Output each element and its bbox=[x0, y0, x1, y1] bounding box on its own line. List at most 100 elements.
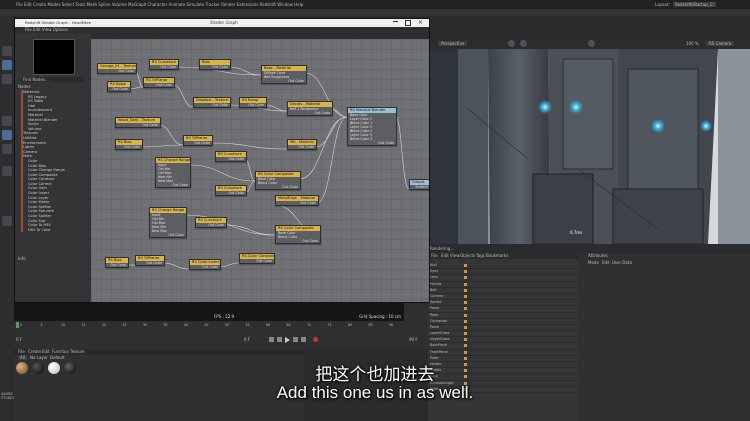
playhead[interactable] bbox=[16, 322, 19, 328]
shader-node[interactable]: RS Noise Out Color bbox=[107, 81, 131, 92]
shader-node[interactable]: RS Curvature Out Color bbox=[215, 185, 247, 196]
shader-node[interactable]: RS Curvature Out Color bbox=[215, 151, 247, 162]
node-output-port[interactable]: Out Color bbox=[348, 141, 396, 145]
shader-node[interactable]: RS Curvature Out Color bbox=[149, 59, 179, 70]
material-tag-icon[interactable] bbox=[464, 288, 467, 292]
node-output-port[interactable]: Out Color bbox=[144, 83, 174, 87]
render-icon[interactable] bbox=[508, 40, 515, 47]
node-output-port[interactable]: Out Color bbox=[276, 239, 320, 243]
om-menu-bookmarks[interactable]: Bookmarks bbox=[486, 253, 508, 258]
shader-node[interactable]: Output Surface bbox=[409, 179, 429, 190]
app-menu[interactable]: File Edit Create Modes Select Tools Mesh… bbox=[16, 2, 303, 7]
next-frame-icon[interactable] bbox=[293, 337, 298, 342]
node-output-port[interactable]: Out Color bbox=[150, 65, 178, 69]
shader-node[interactable]: RS Bias Out Color bbox=[115, 139, 143, 150]
om-menu-view[interactable]: View bbox=[450, 253, 460, 258]
shader-node[interactable]: RS Color Invert Out Color bbox=[189, 259, 221, 270]
shader-node[interactable]: RS Change Range Input Old Min Old Max New Mi… bbox=[149, 207, 187, 238]
texture-mode-icon[interactable] bbox=[2, 166, 12, 176]
material-tag-icon[interactable] bbox=[464, 294, 467, 298]
lock-icon[interactable] bbox=[588, 40, 595, 47]
render-viewport[interactable]: 0.7ms bbox=[428, 49, 750, 244]
material-tag-icon[interactable] bbox=[464, 313, 467, 317]
maximize-icon[interactable] bbox=[405, 20, 411, 26]
material-tag-icon[interactable] bbox=[464, 319, 467, 323]
shader-node[interactable]: Grunge_01 - Texture Out Color bbox=[97, 63, 137, 74]
node-output-port[interactable]: Out Color bbox=[150, 233, 186, 237]
shader-graph-window[interactable]: Redshift Shader Graph - HeadMtee × File … bbox=[14, 18, 430, 303]
viewport-view-dropdown[interactable]: Perspective bbox=[438, 41, 468, 46]
shader-node[interactable]: RS TriPlanar Out Color bbox=[135, 255, 165, 266]
scale-tool-icon[interactable] bbox=[2, 74, 12, 84]
node-output-port[interactable]: Out Color bbox=[194, 103, 230, 107]
material-tag-icon[interactable] bbox=[464, 332, 467, 336]
snap-icon[interactable] bbox=[2, 216, 12, 226]
node-output-port[interactable]: Out Color bbox=[98, 69, 136, 73]
go-end-icon[interactable] bbox=[301, 337, 306, 342]
node-tree-item[interactable]: HSV To Color bbox=[21, 227, 91, 233]
points-mode-icon[interactable] bbox=[2, 116, 12, 126]
material-tag-icon[interactable] bbox=[464, 301, 467, 305]
node-output-port[interactable]: Out Color bbox=[288, 111, 332, 115]
timeline-ruler[interactable]: 0 5 10 15 20 25 30 35 40 45 50 55 60 65 70 75 80 85 90 bbox=[20, 323, 400, 329]
node-output-port[interactable]: Out Color bbox=[116, 123, 160, 127]
node-output-port[interactable]: Surface bbox=[410, 185, 429, 189]
play-icon[interactable] bbox=[285, 337, 290, 343]
go-start-icon[interactable] bbox=[269, 337, 274, 342]
node-output-port[interactable]: Out Color bbox=[216, 157, 246, 161]
shader-node[interactable]: MetalEdge - Material Out Color bbox=[275, 195, 319, 206]
node-output-port[interactable]: Out Color bbox=[240, 259, 274, 263]
frame-end[interactable]: 90 F bbox=[409, 337, 418, 342]
close-icon[interactable]: × bbox=[418, 19, 423, 26]
om-menu-edit[interactable]: Edit bbox=[441, 253, 449, 258]
move-tool-icon[interactable] bbox=[2, 60, 12, 70]
node-output-port[interactable]: Out Color bbox=[256, 185, 300, 189]
shader-node[interactable]: Mtl - Material Out Color bbox=[287, 139, 317, 150]
shader-node[interactable]: RS Color Composite Base Color Blend Color O… bbox=[275, 225, 321, 244]
material-tag-icon[interactable] bbox=[464, 350, 467, 354]
shader-node[interactable]: Displace - Texture Out Color bbox=[193, 97, 231, 108]
shader-node[interactable]: RS Material Blender Base Color Layer Color… bbox=[347, 107, 397, 146]
node-output-port[interactable]: Out Color bbox=[190, 265, 220, 269]
timeline-graph[interactable] bbox=[14, 301, 404, 321]
shader-node[interactable]: Base - Material Diffuse Color Refl Roughne… bbox=[261, 65, 307, 84]
material-tag-icon[interactable] bbox=[464, 276, 467, 280]
material-tag-icon[interactable] bbox=[464, 264, 467, 267]
material-tag-icon[interactable] bbox=[464, 307, 467, 311]
minimize-icon[interactable] bbox=[393, 21, 398, 22]
node-output-port[interactable]: Out Color bbox=[136, 261, 164, 265]
viewport-zoom[interactable]: 100 % bbox=[686, 41, 699, 46]
sg-menu[interactable]: File Edit View Options bbox=[25, 27, 68, 32]
mat-menu-edit[interactable]: Edit bbox=[42, 349, 50, 354]
material-tag-icon[interactable] bbox=[464, 282, 467, 286]
om-menu-objects[interactable]: Objects bbox=[460, 253, 475, 258]
shader-node[interactable]: RS Color Composite Base Color Blend Color O… bbox=[255, 171, 301, 190]
shader-node[interactable]: RS Color Constant Out Color bbox=[239, 253, 275, 264]
shader-node[interactable]: RS Ramp Out Color bbox=[239, 97, 267, 108]
shader-node[interactable]: Wood_Dark - Texture Out Color bbox=[115, 117, 161, 128]
record-icon[interactable] bbox=[313, 337, 318, 342]
edges-mode-icon[interactable] bbox=[2, 130, 12, 140]
mat-menu-texture[interactable]: Texture bbox=[70, 349, 85, 354]
node-output-port[interactable]: Out Color bbox=[216, 191, 246, 195]
layout-dropdown[interactable]: Redshift(Startup_1) bbox=[673, 2, 716, 7]
node-output-port[interactable]: Out Color bbox=[184, 141, 212, 145]
node-graph-canvas[interactable]: Grunge_01 - Texture Out Color RS Curvature… bbox=[91, 39, 429, 302]
shader-node[interactable]: RS TriPlanar Out Color bbox=[183, 135, 213, 146]
shader-node[interactable]: RS TriPlanar Out Color bbox=[143, 77, 175, 88]
material-tag-icon[interactable] bbox=[464, 270, 467, 274]
shader-node[interactable]: Bias Out Color bbox=[199, 59, 231, 70]
node-output-port[interactable]: Out Color bbox=[108, 87, 130, 91]
camera-dropdown[interactable]: RS Camera bbox=[706, 41, 735, 46]
mat-menu-create[interactable]: Create bbox=[28, 349, 41, 354]
shader-node[interactable]: RS Bias Out Color bbox=[105, 257, 129, 268]
frame-start[interactable]: 0 F bbox=[16, 337, 22, 342]
om-menu-tags[interactable]: Tags bbox=[476, 253, 485, 258]
node-output-port[interactable]: Out Color bbox=[240, 103, 266, 107]
shader-node[interactable]: RS Change Range Input Old Min Old Max New Mi… bbox=[155, 157, 191, 188]
model-tool-icon[interactable] bbox=[2, 46, 12, 56]
frame-current[interactable]: 0 F bbox=[244, 337, 250, 342]
node-output-port[interactable]: Out Color bbox=[288, 145, 316, 149]
material-tag-icon[interactable] bbox=[464, 325, 467, 329]
shader-node[interactable]: RS Curvature Out Color bbox=[195, 217, 227, 228]
